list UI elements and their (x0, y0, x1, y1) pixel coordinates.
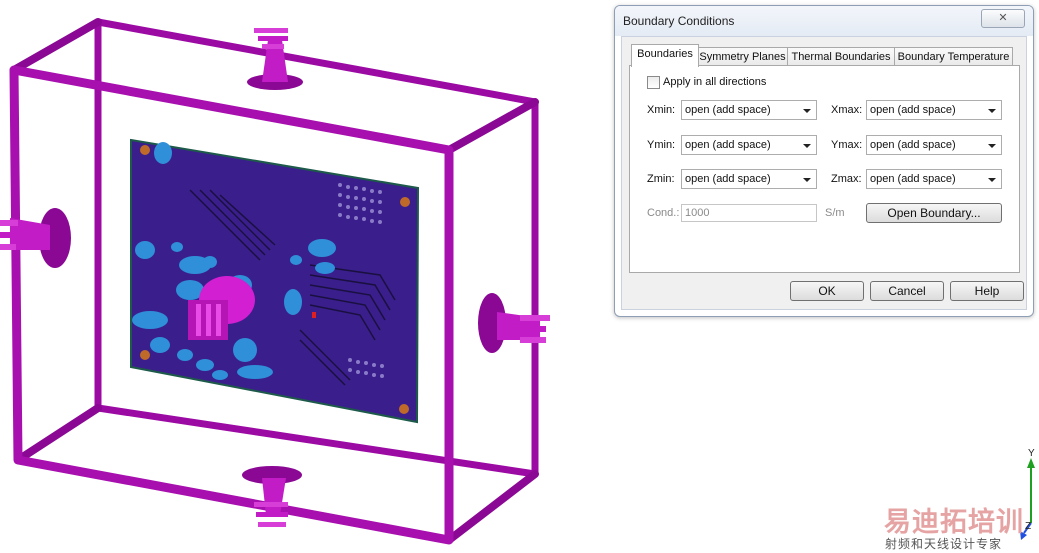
help-button[interactable]: Help (950, 281, 1024, 301)
cond-unit: S/m (825, 207, 845, 219)
zmax-select[interactable]: open (add space) (866, 169, 1002, 189)
chevron-down-icon (988, 178, 996, 182)
cond-input[interactable]: 1000 (681, 204, 817, 222)
dialog-body: Boundaries Symmetry Planes Thermal Bound… (621, 36, 1027, 310)
xmax-select[interactable]: open (add space) (866, 100, 1002, 120)
cond-label: Cond.: (647, 207, 680, 219)
tab-boundary-temperature[interactable]: Boundary Temperature (894, 47, 1013, 66)
apply-all-checkbox[interactable] (647, 76, 660, 89)
boundary-conditions-dialog: Boundary Conditions ✕ Boundaries Symmetr… (614, 5, 1034, 317)
xmin-label: Xmin: (647, 104, 676, 116)
pcb-marker (312, 312, 316, 318)
zmin-label: Zmin: (647, 173, 675, 185)
watermark: 易迪拓培训 射频和天线设计专家 (884, 500, 1034, 551)
tab-thermal-boundaries[interactable]: Thermal Boundaries (787, 47, 895, 66)
dialog-titlebar[interactable]: Boundary Conditions ✕ (615, 6, 1033, 36)
xmin-value: open (add space) (685, 104, 771, 116)
apply-all-label: Apply in all directions (663, 76, 767, 88)
cancel-button[interactable]: Cancel (870, 281, 944, 301)
pcb-board[interactable] (130, 138, 420, 424)
watermark-text: 易迪拓培训 (884, 507, 1024, 538)
ok-button[interactable]: OK (790, 281, 864, 301)
zmin-value: open (add space) (685, 173, 771, 185)
ymax-select[interactable]: open (add space) (866, 135, 1002, 155)
ymin-value: open (add space) (685, 139, 771, 151)
xmax-label: Xmax: (831, 104, 863, 116)
cond-value: 1000 (685, 207, 710, 219)
ymax-label: Ymax: (831, 139, 863, 151)
close-button[interactable]: ✕ (981, 9, 1025, 28)
open-boundary-button[interactable]: Open Boundary... (866, 203, 1002, 223)
port-right (478, 293, 550, 353)
port-bottom (242, 466, 302, 527)
ymin-label: Ymin: (647, 139, 676, 151)
xmax-value: open (add space) (870, 104, 956, 116)
chevron-down-icon (803, 178, 811, 182)
watermark-subtext: 射频和天线设计专家 (885, 537, 1003, 551)
port-left (0, 208, 71, 268)
tab-symmetry-planes[interactable]: Symmetry Planes (697, 47, 788, 66)
chevron-down-icon (988, 144, 996, 148)
zmin-select[interactable]: open (add space) (681, 169, 817, 189)
boundaries-panel: Apply in all directions Xmin: open (add … (629, 65, 1020, 273)
tab-boundaries[interactable]: Boundaries (631, 44, 699, 67)
close-icon: ✕ (998, 12, 1008, 24)
zmax-label: Zmax: (831, 173, 862, 185)
chevron-down-icon (803, 144, 811, 148)
xmin-select[interactable]: open (add space) (681, 100, 817, 120)
dialog-title: Boundary Conditions (623, 14, 735, 28)
ymin-select[interactable]: open (add space) (681, 135, 817, 155)
zmax-value: open (add space) (870, 173, 956, 185)
chevron-down-icon (988, 109, 996, 113)
chevron-down-icon (803, 109, 811, 113)
axis-y-label: Y (1028, 448, 1035, 459)
ymax-value: open (add space) (870, 139, 956, 151)
